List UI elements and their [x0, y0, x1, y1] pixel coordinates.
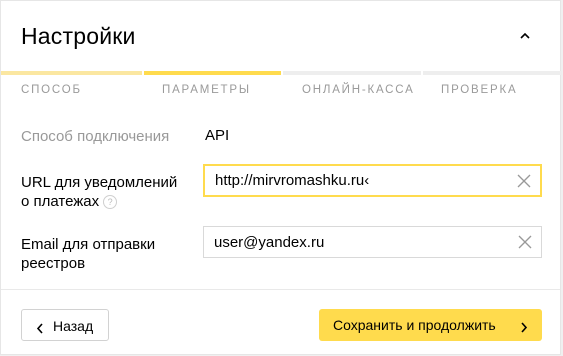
step-bar — [144, 71, 281, 75]
step-label: Проверка — [441, 84, 518, 96]
connection-method-label: Способ подключения — [21, 128, 170, 145]
step-label: Способ — [21, 84, 82, 96]
progress-steps: Способ Параметры Онлайн-касса Проверка — [1, 71, 562, 111]
notify-url-field[interactable] — [203, 164, 542, 197]
notify-url-input[interactable] — [215, 166, 505, 195]
step-proverka: Проверка — [423, 71, 562, 111]
connection-method-value: API — [205, 127, 230, 144]
email-field[interactable] — [203, 226, 542, 258]
email-label-line2: реестров — [21, 255, 86, 272]
step-bar — [283, 71, 421, 75]
chevron-right-icon — [520, 320, 528, 336]
settings-panel: Настройки Способ Параметры Онлайн-касса … — [0, 0, 562, 355]
back-button[interactable]: Назад — [21, 309, 109, 341]
step-sposob: Способ — [1, 71, 142, 111]
save-continue-label: Сохранить и продолжить — [333, 317, 496, 333]
clear-icon[interactable] — [517, 234, 533, 250]
email-input[interactable] — [214, 227, 504, 257]
notify-url-label-line2: о платежах? — [21, 192, 177, 211]
chevron-up-icon[interactable] — [516, 29, 534, 43]
notify-url-label-line1: URL для уведомлений — [21, 174, 178, 191]
email-label-line1: Email для отправки — [21, 236, 156, 253]
help-icon[interactable]: ? — [103, 195, 118, 210]
footer-divider — [1, 289, 560, 290]
back-button-label: Назад — [53, 318, 94, 334]
step-kassa: Онлайн-касса — [283, 71, 421, 111]
save-continue-button[interactable]: Сохранить и продолжить — [319, 309, 542, 341]
step-bar — [423, 71, 562, 75]
page-title: Настройки — [21, 23, 136, 49]
step-bar — [1, 71, 142, 75]
notify-url-label: URL для уведомлений о платежах? — [21, 173, 177, 211]
notify-url-label-text: о платежах — [21, 193, 100, 210]
step-parametry: Параметры — [144, 71, 281, 111]
step-label: Онлайн-касса — [302, 84, 415, 96]
chevron-left-icon — [36, 321, 44, 337]
panel-header: Настройки — [1, 1, 560, 71]
step-label: Параметры — [162, 84, 251, 96]
clear-icon[interactable] — [516, 173, 532, 189]
email-label: Email для отправки реестров — [21, 235, 155, 273]
